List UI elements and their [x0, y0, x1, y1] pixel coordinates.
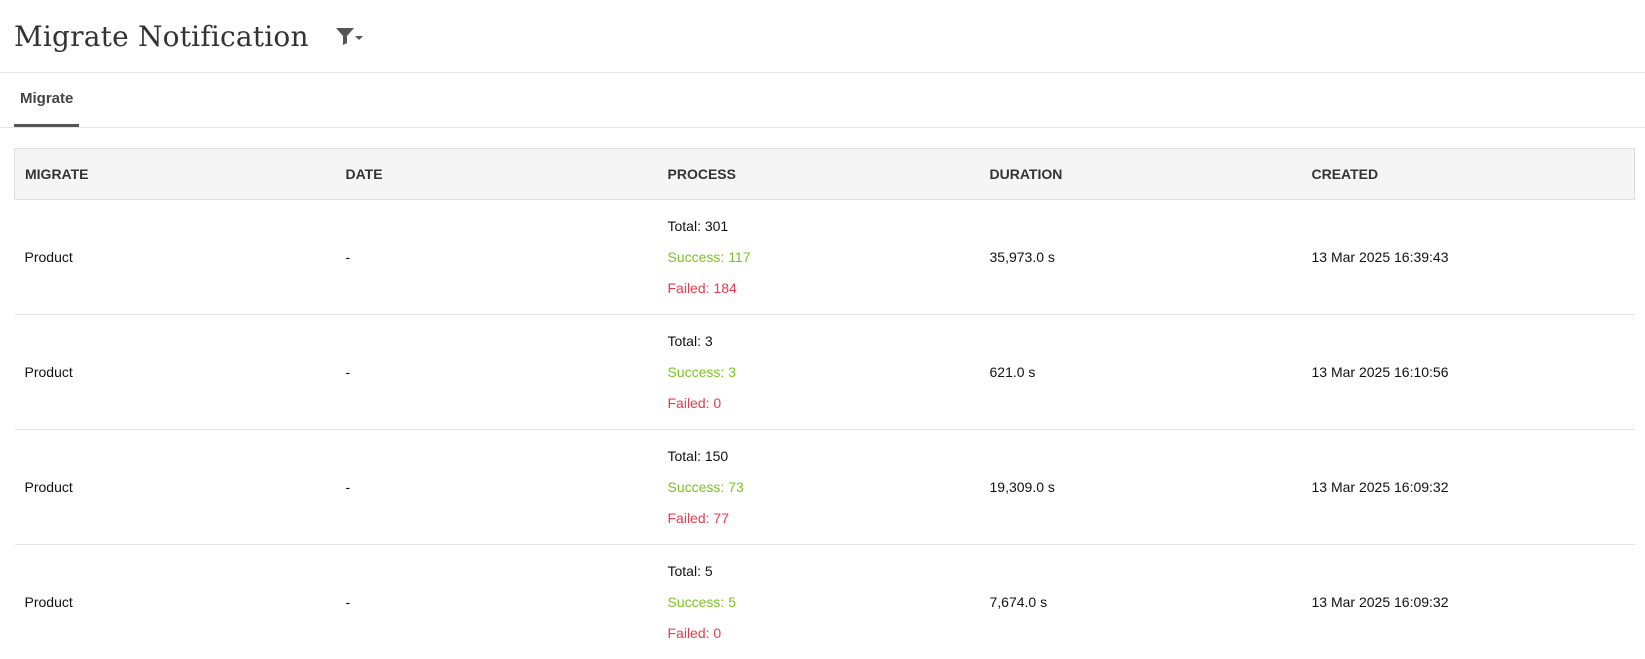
filter-dropdown-button[interactable] — [335, 21, 365, 51]
table-row[interactable]: Product - Total: 150 Success: 73 Failed:… — [14, 429, 1635, 545]
caret-down-icon — [354, 36, 363, 40]
table-row[interactable]: Product - Total: 5 Success: 5 Failed: 0 … — [14, 544, 1635, 659]
cell-process: Total: 150 Success: 73 Failed: 77 — [657, 429, 980, 545]
process-failed: Failed: 0 — [667, 394, 722, 411]
cell-created: 13 Mar 2025 16:09:32 — [1301, 544, 1635, 659]
cell-created: 13 Mar 2025 16:39:43 — [1301, 199, 1635, 315]
cell-created: 13 Mar 2025 16:10:56 — [1301, 314, 1635, 430]
tab-bar: Migrate — [0, 73, 1645, 128]
column-header-process: PROCESS — [657, 148, 980, 200]
column-header-duration: DURATION — [979, 148, 1302, 200]
table-header-row: MIGRATE DATE PROCESS DURATION CREATED — [14, 148, 1635, 200]
cell-migrate: Product — [14, 544, 336, 659]
page-header: Migrate Notification — [0, 0, 1645, 73]
cell-date: - — [335, 544, 658, 659]
cell-process: Total: 301 Success: 117 Failed: 184 — [657, 199, 980, 315]
process-total: Total: 150 — [667, 447, 729, 464]
migrate-table-container: MIGRATE DATE PROCESS DURATION CREATED Pr… — [14, 148, 1635, 659]
process-total: Total: 5 — [667, 562, 713, 579]
table-row[interactable]: Product - Total: 301 Success: 117 Failed… — [14, 199, 1635, 315]
cell-created: 13 Mar 2025 16:09:32 — [1301, 429, 1635, 545]
process-success: Success: 117 — [667, 248, 751, 265]
process-failed: Failed: 0 — [667, 624, 722, 641]
cell-migrate: Product — [14, 199, 336, 315]
page-title: Migrate Notification — [14, 19, 309, 53]
cell-process: Total: 3 Success: 3 Failed: 0 — [657, 314, 980, 430]
column-header-date: DATE — [335, 148, 658, 200]
column-header-migrate: MIGRATE — [14, 148, 336, 200]
cell-duration: 7,674.0 s — [979, 544, 1302, 659]
cell-migrate: Product — [14, 429, 336, 545]
process-success: Success: 3 — [667, 363, 736, 380]
process-failed: Failed: 184 — [667, 279, 737, 296]
migrate-table: MIGRATE DATE PROCESS DURATION CREATED Pr… — [14, 148, 1635, 659]
cell-date: - — [335, 429, 658, 545]
process-total: Total: 301 — [667, 217, 729, 234]
cell-migrate: Product — [14, 314, 336, 430]
process-success: Success: 5 — [667, 593, 736, 610]
cell-date: - — [335, 199, 658, 315]
cell-duration: 35,973.0 s — [979, 199, 1302, 315]
filter-icon — [335, 28, 363, 45]
process-failed: Failed: 77 — [667, 509, 729, 526]
cell-duration: 19,309.0 s — [979, 429, 1302, 545]
column-header-created: CREATED — [1301, 148, 1635, 200]
cell-process: Total: 5 Success: 5 Failed: 0 — [657, 544, 980, 659]
cell-duration: 621.0 s — [979, 314, 1302, 430]
tab-migrate[interactable]: Migrate — [14, 73, 80, 127]
page: Migrate Notification Migrate MIGRATE DAT… — [0, 0, 1645, 659]
cell-date: - — [335, 314, 658, 430]
table-row[interactable]: Product - Total: 3 Success: 3 Failed: 0 … — [14, 314, 1635, 430]
process-success: Success: 73 — [667, 478, 744, 495]
process-total: Total: 3 — [667, 332, 713, 349]
